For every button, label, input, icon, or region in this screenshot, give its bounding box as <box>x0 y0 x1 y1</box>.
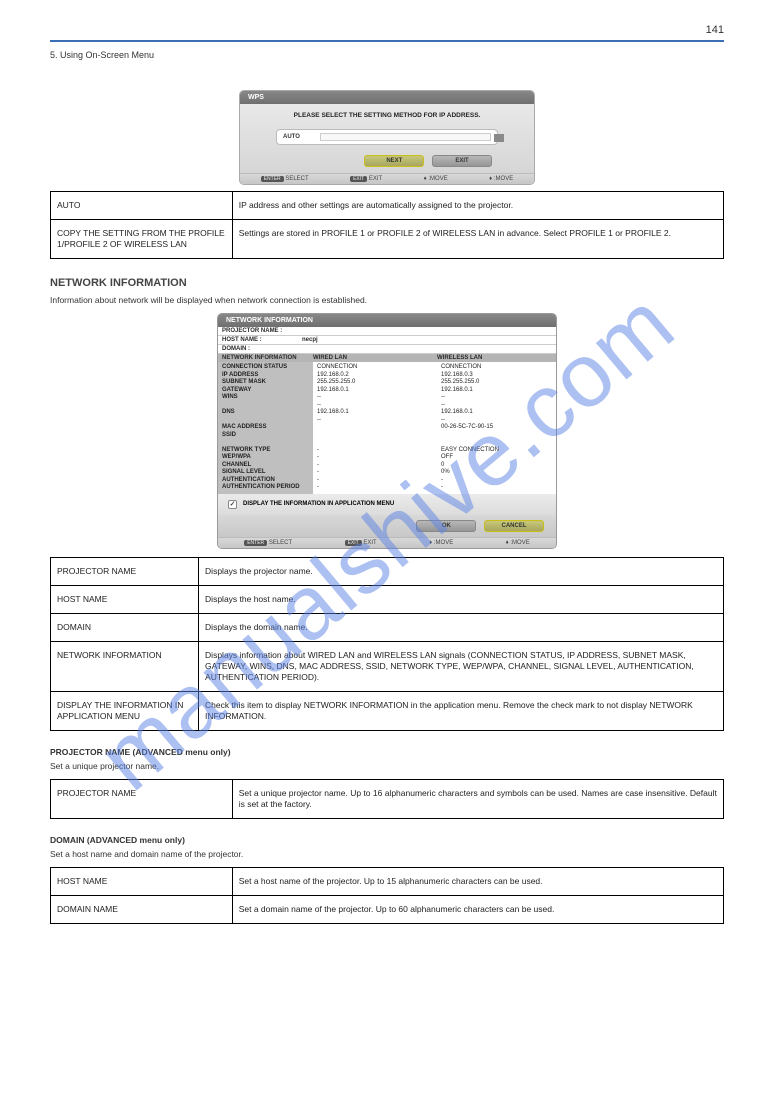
t3-k0: PROJECTOR NAME <box>51 780 233 819</box>
ni-col-ni: NETWORK INFORMATION <box>218 355 313 361</box>
t2-k0: PROJECTOR NAME <box>51 557 199 585</box>
header-left: 5. Using On-Screen Menu <box>50 50 154 60</box>
section-network-info-sub: Information about network will be displa… <box>50 295 724 305</box>
t2-v4: Check this item to display NETWORK INFOR… <box>199 691 724 730</box>
t2-v3: Displays information about WIRED LAN and… <box>199 641 724 691</box>
ni-wired-col: CONNECTION192.168.0.2255.255.255.0192.16… <box>313 362 437 494</box>
ni-check-label: DISPLAY THE INFORMATION IN APPLICATION M… <box>243 501 394 507</box>
t4-k1: DOMAIN NAME <box>51 896 233 924</box>
wps-dialog: WPS PLEASE SELECT THE SETTING METHOD FOR… <box>239 90 535 185</box>
t2-v0: Displays the projector name. <box>199 557 724 585</box>
t2-v2: Displays the domain name. <box>199 613 724 641</box>
wps-prompt: PLEASE SELECT THE SETTING METHOD FOR IP … <box>270 112 504 119</box>
t1-k0: AUTO <box>51 192 233 220</box>
hint-move1: :MOVE <box>428 176 447 182</box>
next-button[interactable]: NEXT <box>364 155 424 167</box>
checkbox-icon[interactable]: ✓ <box>228 500 237 509</box>
wps-select-label: AUTO <box>283 134 300 140</box>
hint2-move2: :MOVE <box>510 540 529 546</box>
subhead-domain: DOMAIN (ADVANCED menu only) <box>50 835 724 845</box>
ni-hint-bar: ENTER SELECT EXIT EXIT ♦ :MOVE ♦ :MOVE <box>218 537 556 548</box>
ni-col-wired: WIRED LAN <box>313 355 437 361</box>
hint-bar: ENTER SELECT EXIT EXIT ♦ :MOVE ♦ :MOVE <box>240 173 534 184</box>
ni-title: NETWORK INFORMATION <box>218 314 556 327</box>
ok-button[interactable]: OK <box>416 520 476 532</box>
ni-projname-k: PROJECTOR NAME : <box>222 328 302 334</box>
subhead-pn-sub: Set a unique projector name. <box>50 761 724 771</box>
wps-select-input[interactable] <box>320 133 491 141</box>
ni-domain-k: DOMAIN : <box>222 346 302 352</box>
page-content: 5. Using On-Screen Menu WPS PLEASE SELEC… <box>0 0 774 980</box>
hint-move2: :MOVE <box>494 176 513 182</box>
section-network-info: NETWORK INFORMATION <box>50 277 724 289</box>
t4-v1: Set a domain name of the projector. Up t… <box>232 896 723 924</box>
hint-exit: EXIT <box>369 176 382 182</box>
wps-method-table: AUTO IP address and other settings are a… <box>50 191 724 259</box>
t2-v1: Displays the host name. <box>199 585 724 613</box>
network-info-table: PROJECTOR NAMEDisplays the projector nam… <box>50 557 724 731</box>
exit-button[interactable]: EXIT <box>432 155 492 167</box>
header-row: 5. Using On-Screen Menu <box>50 50 724 60</box>
t2-k4: DISPLAY THE INFORMATION IN APPLICATION M… <box>51 691 199 730</box>
t2-k3: NETWORK INFORMATION <box>51 641 199 691</box>
t4-v0: Set a host name of the projector. Up to … <box>232 868 723 896</box>
projector-name-table: PROJECTOR NAMESet a unique projector nam… <box>50 779 724 819</box>
ni-host-v: necpj <box>302 337 318 343</box>
network-info-dialog: NETWORK INFORMATION PROJECTOR NAME : HOS… <box>217 313 557 549</box>
t2-k1: HOST NAME <box>51 585 199 613</box>
t1-v0: IP address and other settings are automa… <box>232 192 723 220</box>
hint2-move1: :MOVE <box>434 540 453 546</box>
header-rule <box>50 40 724 42</box>
hint-select: SELECT <box>285 176 308 182</box>
hint2-exit: EXIT <box>363 540 376 546</box>
t1-k1: COPY THE SETTING FROM THE PROFILE 1/PROF… <box>51 220 233 259</box>
cancel-button[interactable]: CANCEL <box>484 520 544 532</box>
domain-table: HOST NAMESet a host name of the projecto… <box>50 867 724 924</box>
subhead-dm-sub: Set a host name and domain name of the p… <box>50 849 724 859</box>
ni-host-k: HOST NAME : <box>222 337 302 343</box>
subhead-projector-name: PROJECTOR NAME (ADVANCED menu only) <box>50 747 724 757</box>
t2-k2: DOMAIN <box>51 613 199 641</box>
t1-v1: Settings are stored in PROFILE 1 or PROF… <box>232 220 723 259</box>
wps-select-row[interactable]: AUTO <box>276 129 498 145</box>
ni-wireless-col: CONNECTION192.168.0.3255.255.255.0192.16… <box>437 362 556 494</box>
ni-check-row[interactable]: ✓ DISPLAY THE INFORMATION IN APPLICATION… <box>218 494 556 515</box>
wps-title: WPS <box>240 91 534 104</box>
t4-k0: HOST NAME <box>51 868 233 896</box>
hint2-select: SELECT <box>269 540 292 546</box>
ni-col-wireless: WIRELESS LAN <box>437 355 556 361</box>
t3-v0: Set a unique projector name. Up to 16 al… <box>232 780 723 819</box>
ni-keys: CONNECTION STATUSIP ADDRESSSUBNET MASKGA… <box>218 362 313 494</box>
